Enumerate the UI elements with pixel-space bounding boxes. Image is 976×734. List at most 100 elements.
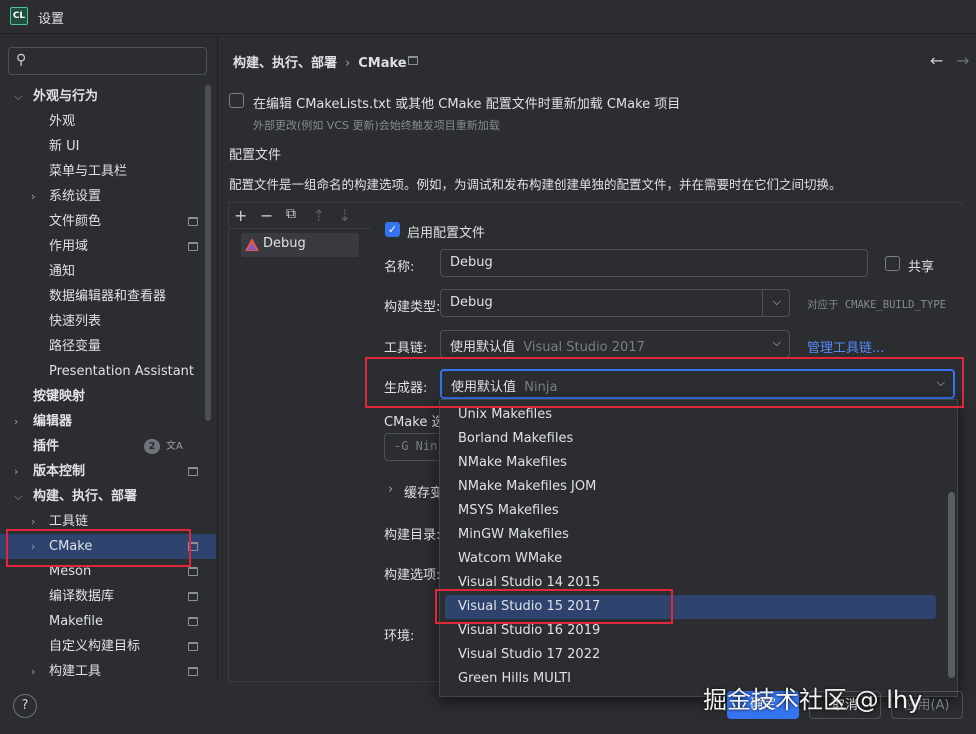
sidebar-item[interactable]: 外观 [0,109,216,134]
build-dir-label: 构建目录: [384,528,441,543]
generator-option[interactable]: NMake Makefiles JOM [440,475,937,499]
profile-item-debug[interactable]: Debug [241,233,359,257]
build-type-hint: 对应于 CMAKE_BUILD_TYPE [807,299,946,311]
profile-item-label: Debug [263,236,306,251]
build-type-select[interactable]: Debug ⌵ [440,289,790,317]
dropdown-scrollbar[interactable] [948,492,955,678]
profile-name-value: Debug [450,255,493,270]
sidebar-item[interactable]: 菜单与工具栏 [0,159,216,184]
toolchain-select[interactable]: 使用默认值 Visual Studio 2017 ⌵ [440,330,790,358]
sidebar-item[interactable]: 文件颜色 [0,209,216,234]
profiles-list-panel: + − ⧉ ⇡ ⇣ Debug [228,202,372,682]
chevron-down-icon[interactable]: ⌵ [14,484,26,509]
toolchain-label: 工具链: [384,341,428,356]
profiles-toolbar: + − ⧉ ⇡ ⇣ [229,203,371,229]
share-checkbox[interactable] [885,256,900,271]
build-type-label: 构建类型: [384,300,441,315]
sidebar-item[interactable]: 路径变量 [0,334,216,359]
sidebar-item[interactable]: 快速列表 [0,309,216,334]
profile-name-input[interactable]: Debug [440,249,868,277]
cmake-options-label: CMake 选 [384,415,445,430]
sidebar-item-label: 自定义构建目标 [49,639,141,654]
sidebar-item[interactable]: 插件 2 文A [0,434,216,459]
sidebar-item[interactable]: Makefile [0,609,216,634]
pin-icon [188,467,198,476]
manage-toolchains-link[interactable]: 管理工具链... [807,337,884,356]
chevron-down-icon[interactable]: ⌵ [14,84,26,109]
toolchain-value: 使用默认值 [450,340,516,355]
generator-option[interactable]: Watcom WMake [440,547,937,571]
sidebar-item-label: 通知 [49,264,76,279]
sidebar-item[interactable]: 编译数据库 [0,584,216,609]
sidebar-item[interactable]: ⌵ 构建、执行、部署 [0,484,216,509]
breadcrumb: 构建、执行、部署 › CMake [233,52,407,71]
sidebar-item[interactable]: › 编辑器 [0,409,216,434]
sidebar-item-label: 文件颜色 [49,214,102,229]
sidebar-item[interactable]: Presentation Assistant [0,359,216,384]
sidebar-item-label: 外观与行为 [33,89,99,104]
forward-arrow-icon[interactable]: → [956,51,969,70]
chevron-right-icon[interactable]: › [31,184,43,209]
generator-option[interactable]: MinGW Makefiles [440,523,937,547]
sidebar-item[interactable]: › 版本控制 [0,459,216,484]
chevron-right-icon[interactable]: › [31,659,43,684]
cmake-icon-inner [248,243,256,250]
sidebar-item[interactable]: ⌵ 外观与行为 [0,84,216,109]
watermark: 掘金技术社区 @ lhy [703,686,923,714]
sidebar-item-label: 构建、执行、部署 [33,489,138,504]
generator-option[interactable]: MSYS Makefiles [440,499,937,523]
add-icon[interactable]: + [234,206,247,225]
sidebar-item[interactable]: 通知 [0,259,216,284]
title-bar: CL 设置 [0,0,976,34]
chevron-right-icon[interactable]: › [14,409,26,434]
sidebar-item-label: 编译数据库 [49,589,115,604]
highlight-box-cmake [6,529,191,567]
sidebar-item-label: 构建工具 [49,664,102,679]
share-label: 共享 [908,260,935,275]
help-button[interactable]: ? [13,694,37,718]
sidebar-item[interactable]: 数据编辑器和查看器 [0,284,216,309]
chevron-right-icon[interactable]: › [388,482,393,497]
sidebar-item-label: 系统设置 [49,189,102,204]
generator-option[interactable]: NMake Makefiles [440,451,937,475]
copy-icon[interactable]: ⧉ [286,206,296,222]
reload-cmake-checkbox[interactable] [229,93,244,108]
settings-search-input[interactable]: ⚲ [8,47,207,75]
sidebar-item[interactable]: 自定义构建目标 [0,634,216,659]
chevron-down-icon: ⌵ [772,295,781,308]
back-arrow-icon[interactable]: ← [930,51,943,70]
breadcrumb-separator: › [345,56,351,71]
sidebar-item-label: 插件 [33,439,60,454]
sidebar-item[interactable]: 新 UI [0,134,216,159]
build-options-label: 构建选项: [384,568,441,583]
cmake-options-value: -G Ninj [394,439,445,453]
cache-variables-label[interactable]: 缓存变 [404,482,443,501]
sidebar-item-label: 数据编辑器和查看器 [49,289,167,304]
sidebar-scrollbar[interactable] [205,85,211,421]
remove-icon[interactable]: − [260,206,273,225]
sidebar-item-label: 新 UI [49,139,80,154]
sidebar-item-label: 路径变量 [49,339,102,354]
pin-icon [188,667,198,676]
generator-option[interactable]: Visual Studio 17 2022 [440,643,937,667]
environment-label: 环境: [384,629,415,644]
profiles-section-title: 配置文件 [229,148,282,163]
update-count-badge: 2 [144,439,160,454]
breadcrumb-parent[interactable]: 构建、执行、部署 [233,56,337,71]
sidebar-item[interactable]: › 构建工具 [0,659,216,684]
sidebar-item-label: 菜单与工具栏 [49,164,128,179]
move-up-icon[interactable]: ⇡ [312,206,325,225]
select-divider [762,290,763,316]
generator-option[interactable]: Borland Makefiles [440,427,937,451]
sidebar-item-label: 编辑器 [33,414,73,429]
pin-icon[interactable] [408,56,418,65]
sidebar-item-label: 版本控制 [33,464,86,479]
pin-icon [188,242,198,251]
move-down-icon[interactable]: ⇣ [338,206,351,225]
chevron-right-icon[interactable]: › [14,459,26,484]
enable-profile-checkbox[interactable]: ✓ [385,222,400,237]
sidebar-item[interactable]: › 系统设置 [0,184,216,209]
sidebar-item-label: 按键映射 [33,389,86,404]
sidebar-item[interactable]: 作用域 [0,234,216,259]
sidebar-item[interactable]: 按键映射 [0,384,216,409]
